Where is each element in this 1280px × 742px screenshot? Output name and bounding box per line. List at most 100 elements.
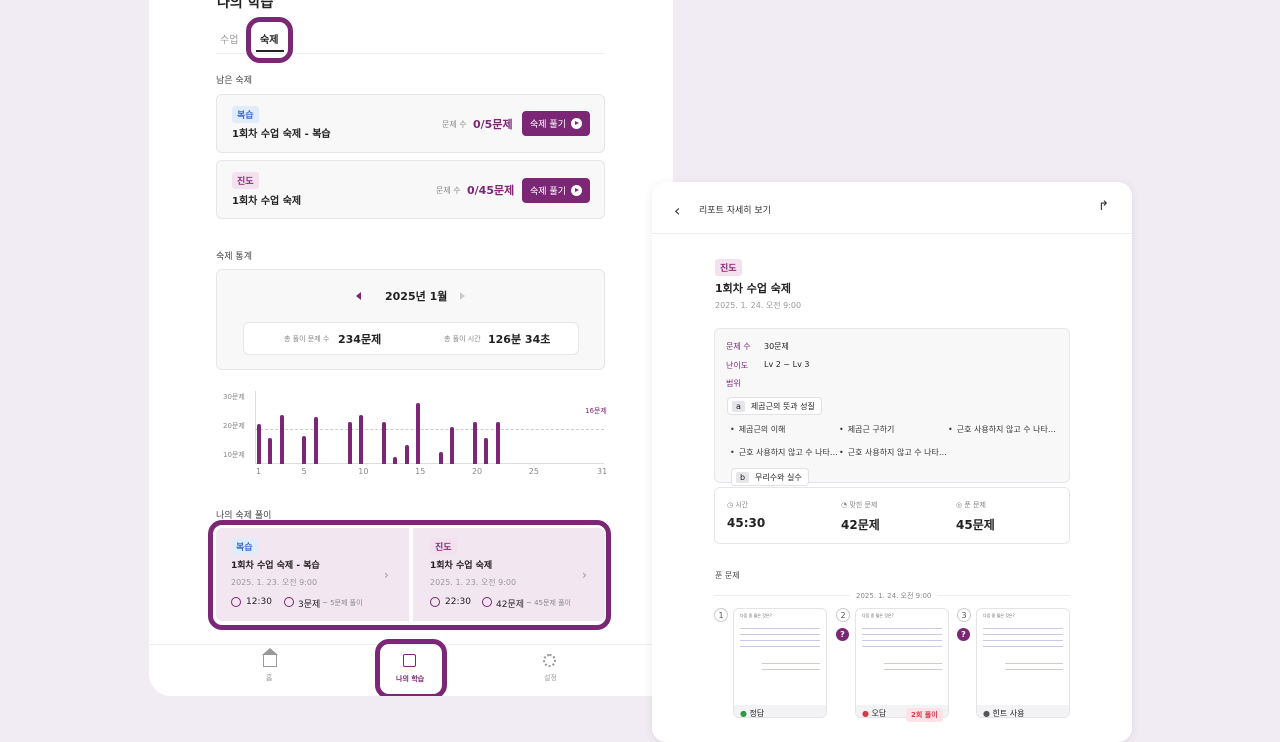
x-tick: 5 xyxy=(301,467,307,476)
solve-homework-button[interactable]: 숙제 풀기 xyxy=(522,178,590,203)
solved-heading: 푼 문제 xyxy=(715,571,740,580)
hint-icon: ● xyxy=(983,709,993,718)
homework-title: 1회차 수업 숙제 - 복습 xyxy=(232,129,331,140)
time-value: 45:30 xyxy=(727,516,766,530)
homework-card[interactable]: 진도 1회차 수업 숙제 문제 수 0/45문제 숙제 풀기 xyxy=(216,160,605,219)
x-ticks: 1 5 10 15 20 25 31 xyxy=(216,467,608,477)
topic-bullet: 근호 사용하지 않고 수 나타… xyxy=(839,447,947,458)
tab-lesson[interactable]: 수업 xyxy=(220,31,238,46)
thumb-title: 다음 중 옳은 것은? xyxy=(983,613,1015,618)
home-roof xyxy=(262,648,278,655)
stats-heading: 숙제 통계 xyxy=(216,252,252,262)
chart-bar xyxy=(393,456,398,464)
gear-icon[interactable] xyxy=(543,654,556,667)
x-tick: 25 xyxy=(528,467,539,476)
x-tick: 20 xyxy=(471,467,483,476)
topic-chip: a 제곱근의 뜻과 성질 xyxy=(727,397,822,415)
thumb-title: 다음 중 옳은 것은? xyxy=(740,613,772,618)
scope-card: 문제 수 30문제 난이도 Lv 2 ~ Lv 3 범위 a 제곱근의 뜻과 성… xyxy=(714,328,1070,486)
button-label: 숙제 풀기 xyxy=(530,187,566,197)
homework-card[interactable]: 복습 1회차 수업 숙제 - 복습 문제 수 0/5문제 숙제 풀기 xyxy=(216,94,605,153)
x-tick: 1 xyxy=(256,467,262,476)
solved-label: ◎ 푼 문제 xyxy=(956,501,986,509)
question-thumbnail[interactable]: 다음 중 옳은 것은? xyxy=(976,608,1070,718)
question-number: 1 xyxy=(714,608,728,622)
play-icon xyxy=(570,185,582,196)
chart-bar xyxy=(302,435,307,464)
tab-highlight xyxy=(246,17,293,63)
nav-home[interactable]: 홈 xyxy=(266,673,272,683)
stats-summary: 총 풀이 문제 수 234문제 총 풀이 시간 126분 34초 xyxy=(243,322,579,355)
x-tick: 10 xyxy=(358,467,369,476)
time-value: 126분 34초 xyxy=(488,333,551,346)
homework-title: 1회차 수업 숙제 xyxy=(232,196,302,207)
homework-chart: 30문제 20문제 10문제 16문제 1 5 10 15 20 25 31 xyxy=(216,388,608,483)
level-label: 난이도 xyxy=(726,361,749,370)
share-icon[interactable]: ↱ xyxy=(1098,199,1109,214)
report-title: 1회차 수업 숙제 xyxy=(715,282,792,295)
chart-bar xyxy=(279,414,284,464)
topic-tag: a xyxy=(732,400,745,412)
topic-chip: b 무리수와 실수 xyxy=(731,468,809,486)
count-value: 0/45문제 xyxy=(467,184,515,197)
report-date: 2025. 1. 24. 오전 9:00 xyxy=(715,301,802,310)
badge: 복습 xyxy=(232,106,259,123)
chart-bar xyxy=(313,417,318,464)
chart-bar xyxy=(268,438,273,464)
chart-bar xyxy=(347,421,352,464)
count-label: 문제 수 xyxy=(726,342,751,351)
question-mark-icon: ? xyxy=(836,628,849,641)
back-arrow-icon[interactable]: ‹ xyxy=(674,201,680,220)
topic-label: 제곱근의 뜻과 성질 xyxy=(750,401,815,411)
report-panel: ‹ 리포트 자세히 보기 ↱ 진도 1회차 수업 숙제 2025. 1. 24.… xyxy=(652,182,1132,742)
solved-date: 2025. 1. 24. 오전 9:00 xyxy=(850,591,938,601)
thumb-title: 다음 중 옳은 것은? xyxy=(862,613,894,618)
question-number: 3 xyxy=(957,608,971,622)
nav-highlight xyxy=(375,639,447,696)
month-label: 2025년 1월 xyxy=(385,290,448,303)
correct-label: ◔ 맞힌 문제 xyxy=(841,501,878,509)
study-screen: 나의 학습 수업 숙제 남은 숙제 복습 1회차 수업 숙제 - 복습 문제 수… xyxy=(149,0,673,696)
remaining-heading: 남은 숙제 xyxy=(216,76,252,86)
solved-value: 45문제 xyxy=(956,518,995,532)
badge: 진도 xyxy=(232,172,259,189)
page-title: 나의 학습 xyxy=(217,0,274,11)
level-value: Lv 2 ~ Lv 3 xyxy=(764,360,810,369)
count-label: 문제 수 xyxy=(442,120,467,129)
play-icon xyxy=(570,118,582,129)
solutions-highlight xyxy=(208,520,611,630)
topic-bullet: 근호 사용하지 않고 수 나타… xyxy=(730,447,838,458)
chart-bar xyxy=(450,426,455,464)
x-tick: 31 xyxy=(597,467,608,476)
chart-bar xyxy=(416,403,421,464)
result-summary: ◷ 시간 45:30 ◔ 맞힌 문제 42문제 ◎ 푼 문제 45문제 xyxy=(714,487,1070,544)
question-mark-icon: ? xyxy=(957,628,970,641)
nav-settings[interactable]: 설정 xyxy=(544,673,557,683)
check-icon: ● xyxy=(740,709,750,718)
stats-card: 2025년 1월 총 풀이 문제 수 234문제 총 풀이 시간 126분 34… xyxy=(216,269,605,370)
question-status: ● 정답 xyxy=(740,709,765,718)
header-divider xyxy=(652,233,1132,234)
time-label: ◷ 시간 xyxy=(727,501,749,509)
question-status: ● 힌트 사용 xyxy=(983,709,1025,718)
report-header: 리포트 자세히 보기 xyxy=(699,206,771,216)
solve-homework-button[interactable]: 숙제 풀기 xyxy=(522,111,590,136)
count-label: 문제 수 xyxy=(436,186,461,195)
x-icon: ● xyxy=(862,709,872,718)
topic-bullet: 제곱근 구하기 xyxy=(839,424,895,435)
time-label: 총 풀이 시간 xyxy=(444,335,481,343)
chart-bar xyxy=(438,452,443,464)
correct-value: 42문제 xyxy=(841,518,880,532)
topic-bullet: 근호 사용하지 않고 수 나타… xyxy=(948,424,1056,435)
prev-month-icon[interactable] xyxy=(356,292,361,300)
bars-area xyxy=(216,388,606,464)
chart-bar xyxy=(359,414,364,464)
count-value: 30문제 xyxy=(764,342,789,351)
chart-bar xyxy=(484,438,489,464)
question-thumbnail[interactable]: 다음 중 옳은 것은? xyxy=(733,608,827,718)
home-icon[interactable] xyxy=(263,655,277,667)
chart-bar xyxy=(472,421,477,464)
question-thumbnail[interactable]: 다음 중 옳은 것은? xyxy=(855,608,949,718)
topic-bullet: 제곱근의 이해 xyxy=(730,424,786,435)
next-month-icon[interactable] xyxy=(460,292,465,300)
